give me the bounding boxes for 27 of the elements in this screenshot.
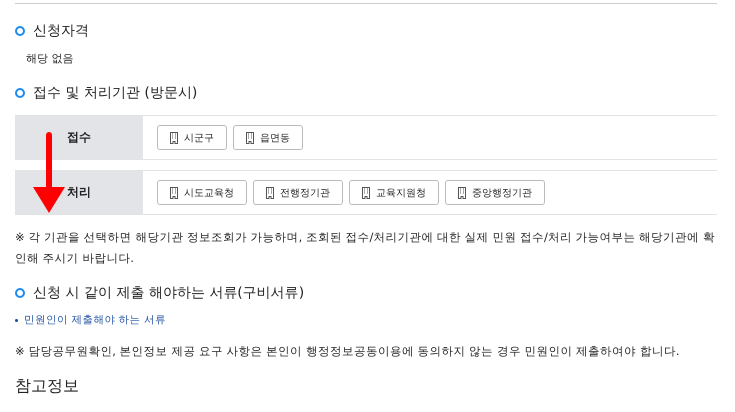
agency-button[interactable]: 중앙행정기관 xyxy=(445,180,545,205)
section-heading: 신청자격 xyxy=(33,22,89,41)
agency-button[interactable]: 시도교육청 xyxy=(157,180,247,205)
bullet-icon xyxy=(15,26,25,36)
body-text: 해당 없음 xyxy=(26,51,74,66)
building-icon xyxy=(246,132,254,144)
down-arrow-icon xyxy=(32,131,66,215)
agency-button[interactable]: 전행정기관 xyxy=(253,180,343,205)
row-header: 처리 xyxy=(15,171,143,214)
building-icon xyxy=(266,186,274,198)
building-icon xyxy=(362,186,370,198)
row-header: 접수 xyxy=(15,116,143,159)
section-heading: 접수 및 처리기관 (방문시) xyxy=(33,84,198,103)
agency-button[interactable]: 시군구 xyxy=(157,125,227,150)
bullet-icon xyxy=(15,88,25,98)
section-heading: 신청 시 같이 제출 해야하는 서류(구비서류) xyxy=(33,284,304,303)
agency-button[interactable]: 읍면동 xyxy=(233,125,303,150)
bullet-icon xyxy=(15,318,18,322)
document-link[interactable]: 민원인이 제출해야 하는 서류 xyxy=(24,313,166,327)
building-icon xyxy=(170,186,178,198)
notice-text: ※ 담당공무원확인, 본인정보 제공 요구 사항은 본인이 행정정보공동이용에 동의하지 않는 경우 민원인이 제출하여야 합니다. xyxy=(15,343,680,360)
building-icon xyxy=(170,132,178,144)
section-title: 참고정보 xyxy=(15,376,80,397)
notice-text: ※ 각 기관을 선택하면 해당기관 정보조회가 가능하며, 조회된 접수/처리기관에 대한 실제 민원 접수/처리 가능여부는 해당기관에 확인해 주시기 바랍니다. xyxy=(15,229,716,267)
agency-button[interactable]: 교육지원청 xyxy=(349,180,439,205)
building-icon xyxy=(458,186,466,198)
bullet-icon xyxy=(15,288,25,298)
